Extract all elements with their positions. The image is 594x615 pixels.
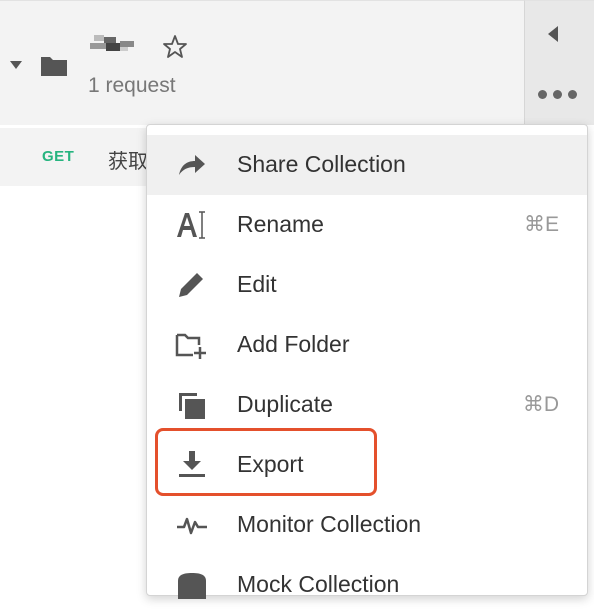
pencil-icon bbox=[179, 273, 203, 297]
star-icon[interactable] bbox=[162, 34, 188, 60]
menu-item-shortcut: ⌘D bbox=[522, 393, 559, 416]
add-folder-icon bbox=[175, 333, 206, 359]
request-name[interactable]: 获取 bbox=[108, 145, 148, 174]
collection-header[interactable]: 1 request bbox=[0, 0, 524, 125]
pulse-icon bbox=[177, 517, 207, 535]
more-options-button[interactable] bbox=[538, 90, 578, 100]
share-arrow-icon bbox=[179, 155, 205, 175]
collection-actions-column bbox=[524, 0, 594, 125]
folder-icon bbox=[41, 57, 67, 76]
duplicate-icon bbox=[179, 393, 205, 419]
expand-caret-icon[interactable] bbox=[10, 61, 22, 69]
menu-item-label: Monitor Collection bbox=[237, 511, 422, 537]
mock-server-icon bbox=[178, 573, 206, 599]
menu-item-mock-collection[interactable]: Mock Collection bbox=[147, 555, 587, 615]
menu-item-share-collection[interactable]: Share Collection bbox=[147, 135, 587, 195]
menu-item-rename[interactable]: Rename ⌘E bbox=[147, 195, 587, 255]
menu-item-monitor-collection[interactable]: Monitor Collection bbox=[147, 495, 587, 555]
method-badge: GET bbox=[42, 148, 75, 165]
menu-item-label: Edit bbox=[237, 271, 277, 297]
collection-context-menu: Share Collection Rename ⌘E Edit Add Fold… bbox=[146, 124, 588, 599]
menu-item-shortcut: ⌘E bbox=[523, 213, 559, 236]
more-dot-icon bbox=[553, 90, 562, 99]
menu-item-label: Mock Collection bbox=[237, 571, 400, 597]
collection-name-pixelated bbox=[90, 35, 134, 51]
menu-item-label: Duplicate bbox=[237, 391, 333, 417]
menu-item-duplicate[interactable]: Duplicate ⌘D bbox=[147, 375, 587, 435]
menu-item-edit[interactable]: Edit bbox=[147, 255, 587, 315]
menu-item-label: Add Folder bbox=[237, 331, 350, 357]
menu-item-label: Rename bbox=[237, 211, 324, 237]
export-highlight-annotation bbox=[155, 428, 377, 496]
menu-item-label: Share Collection bbox=[237, 151, 406, 177]
collapse-sidebar-icon[interactable] bbox=[548, 26, 558, 42]
menu-item-add-folder[interactable]: Add Folder bbox=[147, 315, 587, 375]
more-dot-icon bbox=[568, 90, 577, 99]
request-count: 1 request bbox=[88, 74, 176, 97]
more-dot-icon bbox=[538, 90, 547, 99]
rename-icon bbox=[177, 211, 205, 239]
